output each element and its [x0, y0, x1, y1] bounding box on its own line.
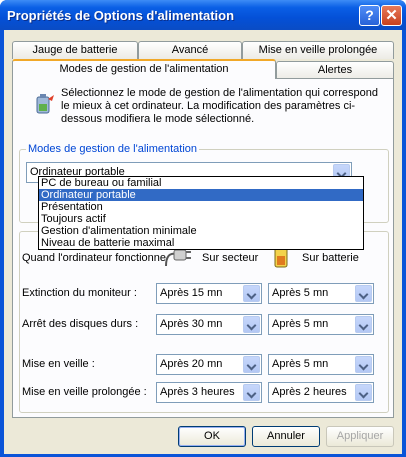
power-schemes-group-label: Modes de gestion de l'alimentation [26, 143, 200, 155]
standby-dc-select[interactable]: Après 5 mn [268, 354, 374, 375]
hard-disks-off-ac-select[interactable]: Après 30 mn [156, 314, 262, 335]
tab-power-schemes[interactable]: Modes de gestion de l'alimentation [12, 59, 276, 79]
description-text: Sélectionnez le mode de gestion de l'ali… [61, 87, 379, 125]
monitor-off-ac-value: Après 15 mn [160, 287, 223, 299]
standby-ac-value: Après 20 mn [160, 358, 223, 370]
tab-battery-meter[interactable]: Jauge de batterie [12, 41, 138, 59]
power-options-window: Propriétés de Options d'alimentation ? ✕… [0, 0, 406, 457]
power-scheme-dropdown-list[interactable]: PC de bureau ou familial Ordinateur port… [38, 176, 364, 250]
standby-label: Mise en veille : [22, 358, 95, 370]
dropdown-option[interactable]: Ordinateur portable [39, 189, 363, 201]
hard-disks-off-ac-value: Après 30 mn [160, 318, 223, 330]
chevron-down-icon[interactable] [243, 285, 260, 302]
monitor-off-label: Extinction du moniteur : [22, 287, 137, 299]
standby-dc-value: Après 5 mn [272, 358, 329, 370]
when-running-label: Quand l'ordinateur fonctionne [22, 252, 166, 264]
tab-hibernate[interactable]: Mise en veille prolongée [242, 41, 394, 59]
title-bar[interactable]: Propriétés de Options d'alimentation ? ✕ [0, 0, 406, 30]
tab-alarms[interactable]: Alertes [276, 61, 394, 79]
help-button[interactable]: ? [359, 5, 380, 26]
hard-disks-off-dc-value: Après 5 mn [272, 318, 329, 330]
ac-column-label: Sur secteur [202, 252, 259, 264]
close-button[interactable]: ✕ [381, 5, 402, 26]
battery-column-label: Sur batterie [302, 252, 359, 264]
chevron-down-icon[interactable] [355, 384, 372, 401]
hard-disks-off-dc-select[interactable]: Après 5 mn [268, 314, 374, 335]
apply-button[interactable]: Appliquer [326, 426, 394, 447]
chevron-down-icon[interactable] [355, 316, 372, 333]
dropdown-option[interactable]: Gestion d'alimentation minimale [39, 225, 363, 237]
monitor-off-dc-select[interactable]: Après 5 mn [268, 283, 374, 304]
power-scheme-icon [36, 94, 54, 114]
monitor-off-dc-value: Après 5 mn [272, 287, 329, 299]
dropdown-option[interactable]: Niveau de batterie maximal [39, 237, 363, 249]
hibernate-ac-value: Après 3 heures [160, 386, 235, 398]
chevron-down-icon[interactable] [243, 316, 260, 333]
hibernate-dc-select[interactable]: Après 2 heures [268, 382, 374, 403]
dropdown-option[interactable]: Présentation [39, 201, 363, 213]
dropdown-option[interactable]: Toujours actif [39, 213, 363, 225]
chevron-down-icon[interactable] [243, 384, 260, 401]
monitor-off-ac-select[interactable]: Après 15 mn [156, 283, 262, 304]
hibernate-label: Mise en veille prolongée : [22, 386, 147, 398]
dropdown-option[interactable]: PC de bureau ou familial [39, 177, 363, 189]
standby-ac-select[interactable]: Après 20 mn [156, 354, 262, 375]
window-title: Propriétés de Options d'alimentation [7, 8, 235, 23]
ok-button[interactable]: OK [178, 426, 246, 447]
chevron-down-icon[interactable] [355, 285, 372, 302]
hibernate-dc-value: Après 2 heures [272, 386, 347, 398]
tab-advanced[interactable]: Avancé [138, 41, 242, 59]
hibernate-ac-select[interactable]: Après 3 heures [156, 382, 262, 403]
chevron-down-icon[interactable] [355, 356, 372, 373]
hard-disks-off-label: Arrêt des disques durs : [22, 318, 139, 330]
cancel-button[interactable]: Annuler [252, 426, 320, 447]
chevron-down-icon[interactable] [243, 356, 260, 373]
settings-group: Quand l'ordinateur fonctionne Sur secteu… [19, 231, 389, 413]
dialog-client-area: Jauge de batterie Avancé Mise en veille … [4, 30, 402, 454]
